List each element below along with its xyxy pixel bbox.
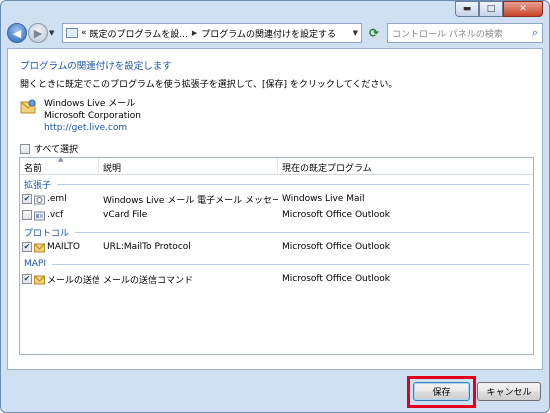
- select-all-label[interactable]: すべて選択: [34, 142, 78, 155]
- send-mail-icon: [34, 275, 45, 284]
- app-company: Microsoft Corporation: [44, 111, 141, 121]
- group-label: 拡張子: [24, 180, 52, 191]
- forward-arrow-icon: ▶: [33, 26, 43, 40]
- control-panel-icon: [66, 28, 78, 38]
- group-divider: [52, 263, 529, 265]
- refresh-icon: ⟳: [368, 26, 380, 40]
- caption-buttons: ▬ □ ✕: [455, 1, 543, 17]
- vcard-file-icon: [34, 211, 45, 220]
- group-label: プロトコル: [24, 228, 70, 239]
- main-content: プログラムの関連付けを設定します 開くときに既定でこのプログラムを使う拡張子を選…: [7, 48, 543, 370]
- navigation-bar: ◀ ▶ ▼ « 既定のプログラムを設... ▶ プログラムの関連付けを設定する …: [7, 22, 543, 44]
- breadcrumb-default-programs[interactable]: 既定のプログラムを設...: [90, 27, 188, 40]
- row-current-program: Windows Live Mail: [282, 194, 365, 204]
- windows-live-mail-app-icon: [20, 99, 36, 114]
- close-icon: ✕: [519, 4, 527, 14]
- back-button[interactable]: ◀: [7, 23, 27, 43]
- address-overflow[interactable]: «: [81, 28, 87, 38]
- group-extensions[interactable]: 拡張子: [20, 177, 533, 191]
- row-name: .vcf: [47, 210, 64, 220]
- group-mapi[interactable]: MAPI: [20, 257, 533, 271]
- eml-file-icon: [34, 195, 45, 204]
- search-input[interactable]: コントロール パネルの検索 ⌕: [387, 23, 543, 43]
- breadcrumb-separator-icon[interactable]: ▶: [192, 29, 197, 37]
- list-header: 名前 ▲ 説明 現在の既定プログラム: [20, 158, 533, 175]
- row-current-program: Microsoft Office Outlook: [282, 242, 390, 252]
- page-title: プログラムの関連付けを設定します: [20, 61, 172, 72]
- instruction-text: 開くときに既定でこのプログラムを使う拡張子を選択して、[保存] をクリックしてく…: [20, 80, 398, 90]
- list-item[interactable]: ✔ メールの送信 メールの送信コマンド Microsoft Office Out…: [20, 271, 533, 287]
- sort-arrow-icon: ▲: [58, 157, 64, 163]
- row-checkbox[interactable]: [22, 210, 32, 220]
- list-item[interactable]: .vcf vCard File Microsoft Office Outlook: [20, 207, 533, 223]
- row-checkbox[interactable]: ✔: [22, 194, 32, 204]
- address-dropdown-icon[interactable]: ▼: [353, 29, 358, 37]
- row-checkbox[interactable]: ✔: [22, 242, 32, 252]
- search-placeholder: コントロール パネルの検索: [392, 29, 503, 40]
- save-button[interactable]: 保存: [413, 382, 470, 401]
- row-description: メールの送信コマンド: [103, 275, 194, 286]
- list-item[interactable]: ✔ .eml Windows Live メール 電子メール メッセージ Wind…: [20, 191, 533, 207]
- maximize-icon: □: [486, 4, 496, 14]
- row-description: URL:MailTo Protocol: [103, 242, 191, 252]
- row-checkbox[interactable]: ✔: [22, 274, 32, 284]
- group-divider: [75, 231, 529, 233]
- row-name: メールの送信: [47, 275, 99, 286]
- group-label: MAPI: [24, 259, 47, 269]
- group-protocols[interactable]: プロトコル: [20, 225, 533, 239]
- cancel-button[interactable]: キャンセル: [477, 382, 541, 401]
- select-all-checkbox[interactable]: [20, 143, 30, 154]
- search-icon[interactable]: ⌕: [532, 26, 538, 40]
- row-name: MAILTO: [47, 242, 80, 252]
- dialog-window: ▬ □ ✕ ◀ ▶ ▼ « 既定のプログラムを設... ▶ プログラムの関連付け…: [0, 0, 550, 413]
- breadcrumb-set-associations[interactable]: プログラムの関連付けを設定する: [201, 27, 336, 40]
- forward-button[interactable]: ▶: [28, 23, 48, 43]
- row-name: .eml: [47, 194, 67, 204]
- back-arrow-icon: ◀: [12, 26, 22, 40]
- row-current-program: Microsoft Office Outlook: [282, 274, 390, 284]
- column-header-description[interactable]: 説明: [99, 158, 278, 175]
- refresh-button[interactable]: ⟳: [364, 23, 384, 43]
- minimize-button[interactable]: ▬: [455, 1, 479, 17]
- group-divider: [57, 183, 529, 185]
- associations-list: 名前 ▲ 説明 現在の既定プログラム 拡張子 ✔ .eml Windows Li…: [19, 157, 534, 355]
- app-name: Windows Live メール: [44, 99, 136, 109]
- row-description: Windows Live メール 電子メール メッセージ: [103, 195, 278, 206]
- minimize-icon: ▬: [462, 4, 472, 14]
- app-info: Windows Live メール Microsoft Corporation h…: [44, 98, 141, 134]
- app-url-link[interactable]: http://get.live.com: [44, 122, 141, 134]
- maximize-button[interactable]: □: [479, 1, 503, 17]
- recent-pages-dropdown[interactable]: ▼: [49, 29, 59, 37]
- address-bar[interactable]: « 既定のプログラムを設... ▶ プログラムの関連付けを設定する ▼: [62, 23, 362, 43]
- select-all[interactable]: すべて選択: [20, 142, 78, 155]
- row-description: vCard File: [103, 210, 148, 220]
- row-current-program: Microsoft Office Outlook: [282, 210, 390, 220]
- list-item[interactable]: ✔ MAILTO URL:MailTo Protocol Microsoft O…: [20, 239, 533, 255]
- close-button[interactable]: ✕: [503, 1, 543, 17]
- mail-protocol-icon: [34, 243, 45, 252]
- column-header-current-default[interactable]: 現在の既定プログラム: [278, 158, 533, 175]
